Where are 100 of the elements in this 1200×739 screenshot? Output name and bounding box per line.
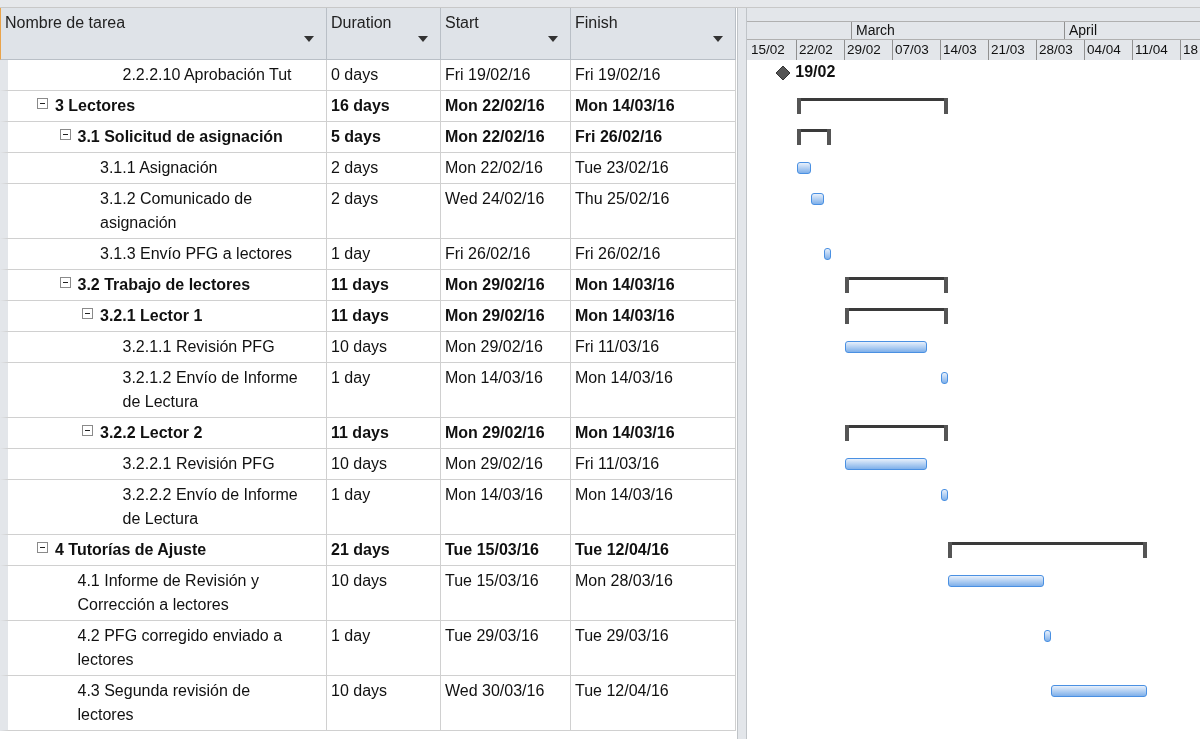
start-date-cell: Fri 19/02/16: [441, 60, 571, 91]
finish-date-cell: Fri 11/03/16: [571, 332, 736, 363]
collapse-icon[interactable]: [82, 425, 93, 436]
task-name: 3.2.2 Lector 2: [100, 423, 203, 443]
dropdown-icon[interactable]: [418, 36, 428, 42]
task-name: 4 Tutorías de Ajuste: [55, 540, 207, 560]
task-bar[interactable]: [845, 341, 928, 353]
duration-cell: 21 days: [327, 535, 441, 566]
start-date-cell: Tue 29/03/16: [441, 621, 571, 676]
start-date-cell: Mon 29/02/16: [441, 418, 571, 449]
start-date-cell: Mon 29/02/16: [441, 332, 571, 363]
task-name: 3.1.2 Comunicado de asignación: [100, 189, 254, 233]
start-date-cell: Mon 29/02/16: [441, 270, 571, 301]
collapse-icon[interactable]: [59, 129, 71, 140]
start-date-cell: Mon 14/03/16: [441, 363, 571, 418]
week-label: 22/02: [797, 40, 845, 60]
dropdown-icon[interactable]: [304, 36, 314, 42]
start-date-cell: Tue 15/03/16: [441, 566, 571, 621]
start-date-cell: Tue 15/03/16: [441, 535, 571, 566]
task-bar[interactable]: [941, 372, 948, 384]
month-label: April: [1068, 22, 1098, 39]
finish-date-cell: Mon 28/03/16: [571, 566, 736, 621]
start-date-cell: Mon 22/02/16: [441, 91, 571, 122]
week-label: 21/03: [989, 40, 1037, 60]
week-label: 04/04: [1085, 40, 1133, 60]
task-name: 4.1 Informe de Revisión y Corrección a lectores: [77, 571, 260, 615]
task-bar[interactable]: [824, 248, 832, 260]
duration-cell: 1 day: [327, 621, 441, 676]
task-name: 3 Lectores: [55, 96, 136, 116]
duration-cell: 1 day: [327, 239, 441, 270]
duration-cell: 2 days: [327, 184, 441, 239]
task-name: 3.1 Solicitud de asignación: [77, 127, 283, 147]
start-date-cell: Mon 29/02/16: [441, 449, 571, 480]
start-date-cell: Wed 24/02/16: [441, 184, 571, 239]
milestone-date: 19/02: [795, 63, 836, 81]
finish-date-cell: Mon 14/03/16: [571, 418, 736, 449]
task-name: 3.1.3 Envío PFG a lectores: [100, 244, 293, 264]
finish-date-cell: Fri 26/02/16: [571, 122, 736, 153]
task-name: 3.2.1.2 Envío de Informe de Lectura: [122, 368, 299, 412]
task-name: 3.1.1 Asignación: [100, 158, 218, 178]
finish-date-cell: Fri 11/03/16: [571, 449, 736, 480]
task-bar[interactable]: [947, 575, 1044, 587]
finish-date-cell: Mon 14/03/16: [571, 301, 736, 332]
month-label: March: [852, 22, 1065, 39]
week-label: 11/04: [1133, 40, 1181, 60]
task-name: 2.2.2.10 Aprobación Tut: [122, 65, 292, 85]
start-date-cell: Wed 30/03/16: [441, 676, 571, 731]
week-label: 29/02: [845, 40, 893, 60]
finish-date-cell: Thu 25/02/16: [571, 184, 736, 239]
finish-date-cell: Tue 29/03/16: [571, 621, 736, 676]
task-name: 3.2.1.1 Revisión PFG: [122, 337, 275, 357]
week-label: 07/03: [893, 40, 941, 60]
collapse-icon[interactable]: [82, 308, 93, 319]
column-header[interactable]: Start: [441, 8, 571, 60]
week-label: 14/03: [941, 40, 989, 60]
task-name: 3.2.1 Lector 1: [100, 306, 203, 326]
duration-cell: 2 days: [327, 153, 441, 184]
task-name: 3.2.2.2 Envío de Informe de Lectura: [122, 485, 299, 529]
finish-date-cell: Mon 14/03/16: [571, 270, 736, 301]
duration-cell: 10 days: [327, 676, 441, 731]
task-bar[interactable]: [941, 489, 948, 501]
duration-cell: 11 days: [327, 418, 441, 449]
collapse-icon[interactable]: [37, 98, 48, 109]
milestone-icon[interactable]: [776, 66, 791, 80]
task-bar[interactable]: [1050, 685, 1147, 697]
collapse-icon[interactable]: [37, 542, 48, 553]
collapse-icon[interactable]: [59, 277, 71, 288]
week-label: 18: [1181, 40, 1200, 60]
finish-date-cell: Fri 19/02/16: [571, 60, 736, 91]
finish-date-cell: Tue 12/04/16: [571, 535, 736, 566]
task-name: 3.2 Trabajo de lectores: [77, 275, 251, 295]
finish-date-cell: Tue 23/02/16: [571, 153, 736, 184]
task-bar[interactable]: [845, 458, 928, 470]
duration-cell: 11 days: [327, 270, 441, 301]
task-bar[interactable]: [1043, 630, 1051, 642]
start-date-cell: Mon 14/03/16: [441, 480, 571, 535]
duration-cell: 11 days: [327, 301, 441, 332]
start-date-cell: Mon 29/02/16: [441, 301, 571, 332]
finish-date-cell: Tue 12/04/16: [571, 676, 736, 731]
column-header[interactable]: Duration: [327, 8, 441, 60]
finish-date-cell: Mon 14/03/16: [571, 91, 736, 122]
dropdown-icon[interactable]: [548, 36, 558, 42]
start-date-cell: Mon 22/02/16: [441, 122, 571, 153]
column-header[interactable]: Finish: [571, 8, 736, 60]
dropdown-icon[interactable]: [713, 36, 723, 42]
task-name: 4.3 Segunda revisión de lectores: [77, 681, 252, 725]
finish-date-cell: Mon 14/03/16: [571, 480, 736, 535]
duration-cell: 1 day: [327, 480, 441, 535]
task-name: 4.2 PFG corregido enviado a lectores: [77, 626, 284, 670]
start-date-cell: Mon 22/02/16: [441, 153, 571, 184]
column-header[interactable]: Nombre de tarea: [0, 8, 327, 60]
finish-date-cell: Fri 26/02/16: [571, 239, 736, 270]
duration-cell: 5 days: [327, 122, 441, 153]
duration-cell: 1 day: [327, 363, 441, 418]
duration-cell: 10 days: [327, 332, 441, 363]
duration-cell: 16 days: [327, 91, 441, 122]
task-bar[interactable]: [810, 193, 825, 205]
task-name: 3.2.2.1 Revisión PFG: [122, 454, 275, 474]
task-bar[interactable]: [797, 162, 811, 174]
finish-date-cell: Mon 14/03/16: [571, 363, 736, 418]
